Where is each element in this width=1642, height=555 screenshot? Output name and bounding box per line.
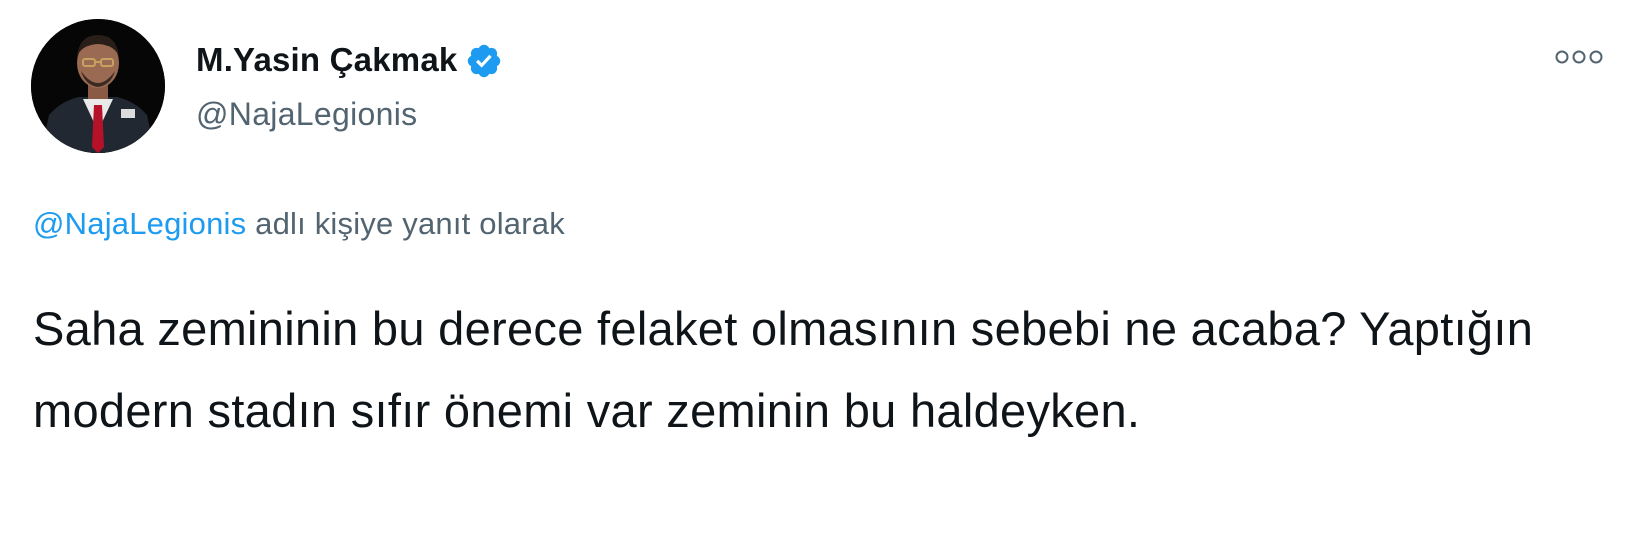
author-handle[interactable]: @NajaLegionis <box>196 96 503 133</box>
more-options-icon[interactable] <box>1554 46 1604 68</box>
tweet-card: M.Yasin Çakmak @NajaLegionis @NajaLegion… <box>0 0 1642 555</box>
avatar[interactable] <box>31 19 165 153</box>
author-display-name[interactable]: M.Yasin Çakmak <box>196 41 457 79</box>
author-block: M.Yasin Çakmak @NajaLegionis <box>196 38 503 133</box>
tweet-text: Saha zemininin bu derece felaket olmasın… <box>33 302 1534 437</box>
reply-context: @NajaLegionis adlı kişiye yanıt olarak <box>33 206 565 242</box>
reply-context-suffix: adlı kişiye yanıt olarak <box>246 206 565 241</box>
avatar-portrait-icon <box>31 19 165 153</box>
reply-mention-link[interactable]: @NajaLegionis <box>33 206 246 241</box>
verified-badge-icon <box>468 44 501 78</box>
author-name-row: M.Yasin Çakmak <box>196 38 503 82</box>
